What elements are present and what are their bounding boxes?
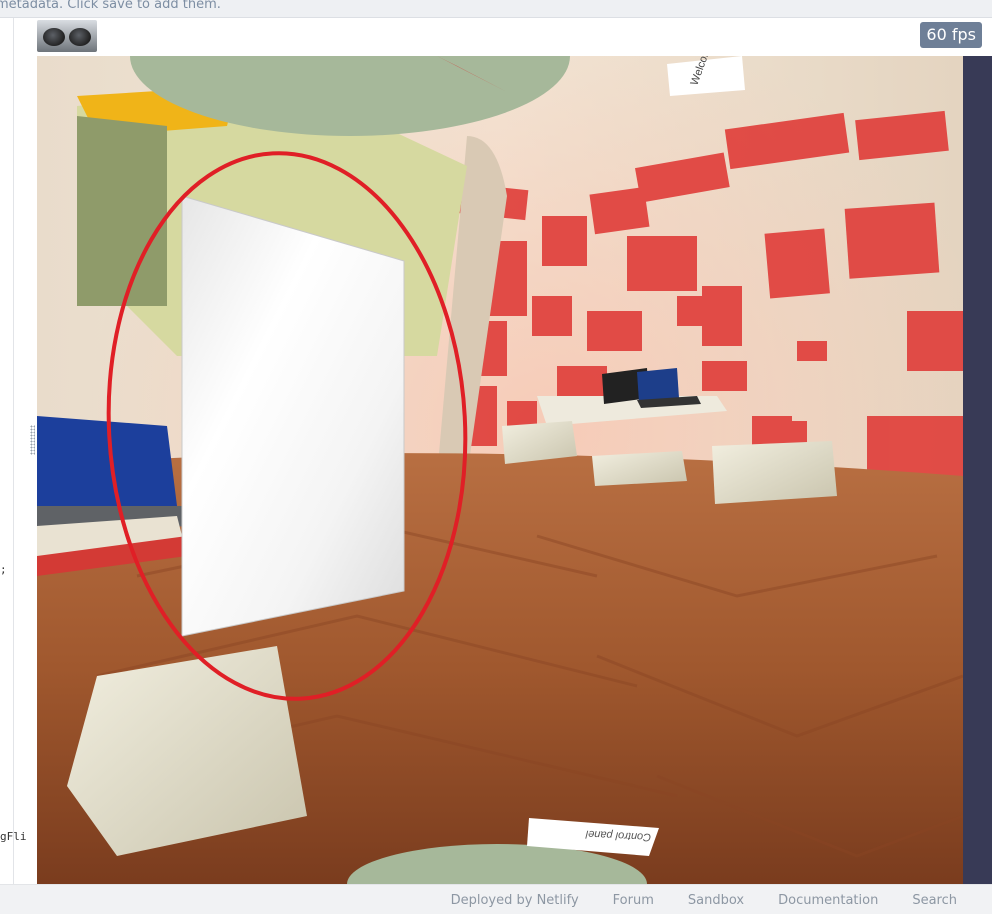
metadata-note[interactable]: metadata. Click save to add them. bbox=[0, 0, 221, 12]
footer-link-forum[interactable]: Forum bbox=[613, 893, 654, 908]
preview-header: 60 fps bbox=[37, 18, 992, 56]
fps-counter: 60 fps bbox=[920, 22, 982, 48]
kiosk-window bbox=[77, 116, 167, 306]
footer: Deployed by Netlify Forum Sandbox Docume… bbox=[0, 884, 992, 914]
right-rail bbox=[963, 56, 992, 884]
editor-gutter bbox=[0, 18, 14, 884]
footer-link-search[interactable]: Search bbox=[912, 893, 957, 908]
code-fragment: ; bbox=[0, 563, 7, 576]
footer-link-netlify[interactable]: Deployed by Netlify bbox=[451, 893, 579, 908]
scene-thumbnail[interactable] bbox=[37, 20, 97, 52]
footer-link-sandbox[interactable]: Sandbox bbox=[688, 893, 744, 908]
pane-resize-handle[interactable] bbox=[30, 425, 35, 455]
vr-scene-render: Welcome Control panel bbox=[37, 56, 963, 884]
metadata-bar: metadata. Click save to add them. bbox=[0, 0, 992, 18]
code-fragment: gFli bbox=[0, 830, 27, 843]
white-plane-panel bbox=[181, 195, 405, 637]
app-root: metadata. Click save to add them. ; gFli… bbox=[0, 0, 992, 914]
thumbnail-lens-left bbox=[43, 28, 65, 46]
vr-scene-viewport[interactable]: Welcome Control panel bbox=[37, 56, 963, 884]
kiosk-laptop-left bbox=[37, 416, 187, 576]
footer-links: Deployed by Netlify Forum Sandbox Docume… bbox=[451, 893, 957, 908]
footer-link-documentation[interactable]: Documentation bbox=[778, 893, 878, 908]
thumbnail-lens-right bbox=[69, 28, 91, 46]
